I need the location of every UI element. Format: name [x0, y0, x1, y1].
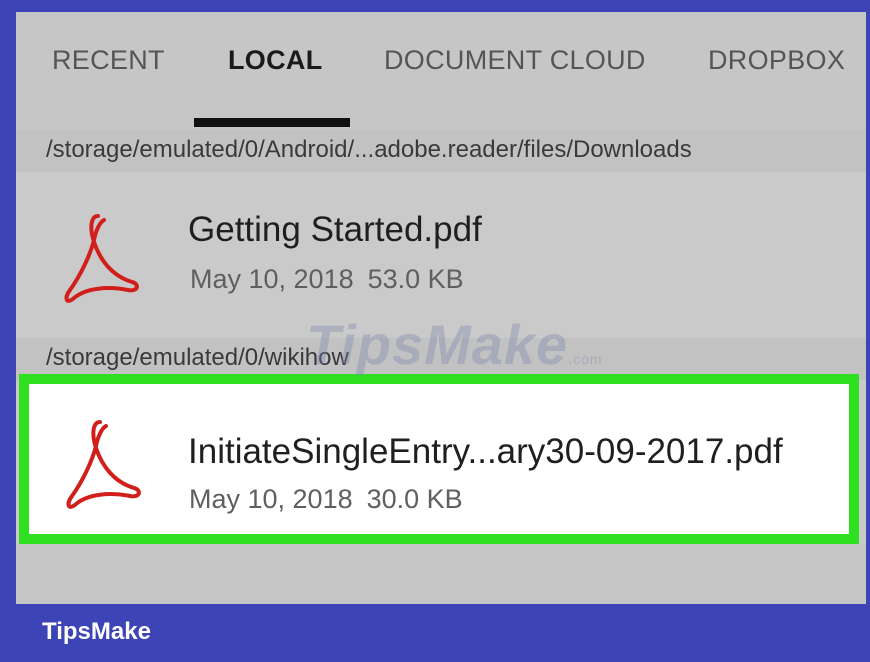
file-name: Getting Started.pdf [188, 210, 482, 249]
file-list-item-selected[interactable]: InitiateSingleEntry...ary30-09-2017.pdf … [19, 374, 859, 544]
tab-document-cloud[interactable]: DOCUMENT CLOUD [384, 45, 646, 85]
folder-path-header: /storage/emulated/0/Android/...adobe.rea… [16, 130, 866, 172]
footer-brand: TipsMake [42, 618, 151, 645]
active-tab-indicator [194, 118, 350, 127]
tab-dropbox[interactable]: DROPBOX [708, 45, 845, 85]
watermark: TipsMake.com [306, 312, 603, 377]
watermark-text: TipsMake [306, 313, 569, 376]
file-name: InitiateSingleEntry...ary30-09-2017.pdf [188, 432, 783, 471]
file-meta: May 10, 2018 30.0 KB [189, 484, 463, 515]
file-meta: May 10, 2018 53.0 KB [190, 264, 464, 295]
file-date: May 10, 2018 [189, 484, 353, 514]
adobe-pdf-icon [64, 214, 139, 303]
file-browser-screen: RECENT LOCAL DOCUMENT CLOUD DROPBOX /sto… [16, 12, 866, 604]
file-date: May 10, 2018 [190, 264, 354, 294]
tab-recent[interactable]: RECENT [52, 45, 165, 85]
file-size: 53.0 KB [367, 264, 464, 294]
tab-local[interactable]: LOCAL [228, 45, 322, 85]
tab-bar: RECENT LOCAL DOCUMENT CLOUD DROPBOX [16, 12, 866, 130]
empty-list-area [16, 544, 866, 604]
footer-bar: TipsMake [0, 604, 870, 662]
file-size: 30.0 KB [366, 484, 463, 514]
watermark-suffix: .com [568, 351, 603, 367]
adobe-pdf-icon [66, 420, 141, 509]
